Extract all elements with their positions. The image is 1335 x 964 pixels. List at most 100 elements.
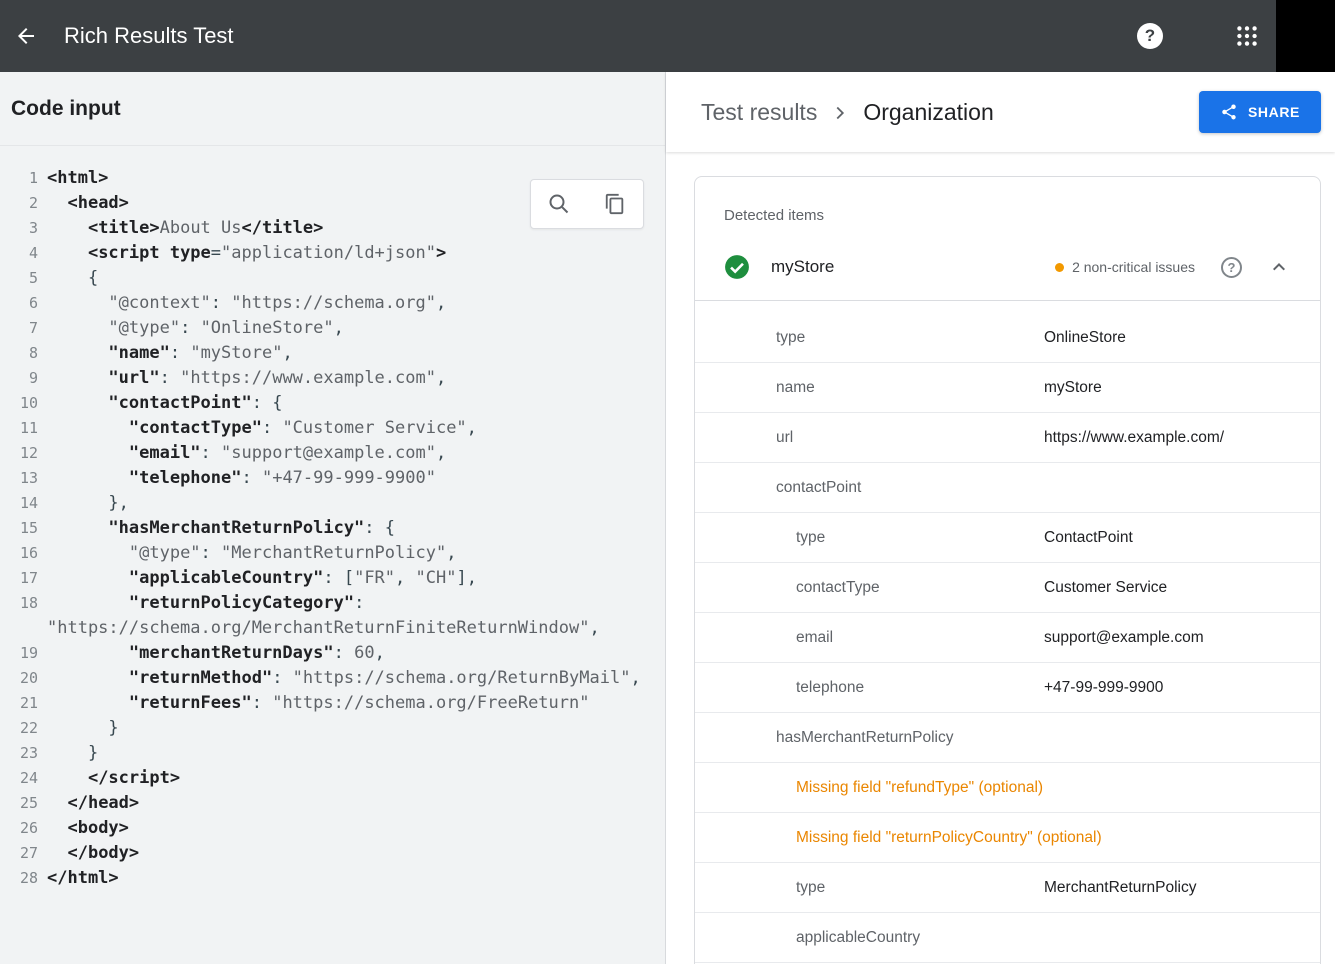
- line-content: </body>: [38, 841, 665, 866]
- line-number: 5: [0, 266, 38, 291]
- line-content: "contactType": "Customer Service",: [38, 416, 665, 441]
- property-row: urlhttps://www.example.com/: [695, 413, 1320, 463]
- code-line: 25 </head>: [0, 791, 665, 816]
- code-line: 15 "hasMerchantReturnPolicy": {: [0, 516, 665, 541]
- line-content: {: [38, 266, 665, 291]
- property-row: contactTypeCustomer Service: [695, 563, 1320, 613]
- code-line: 9 "url": "https://www.example.com",: [0, 366, 665, 391]
- line-number: 27: [0, 841, 38, 866]
- help-icon[interactable]: ?: [1137, 23, 1163, 49]
- detected-item-rows: typeOnlineStorenamemyStoreurlhttps://www…: [695, 301, 1320, 963]
- property-value: Customer Service: [1044, 579, 1167, 597]
- code-line: 16 "@type": "MerchantReturnPolicy",: [0, 541, 665, 566]
- line-number: 16: [0, 541, 38, 566]
- copy-icon[interactable]: [595, 184, 635, 224]
- line-number: 15: [0, 516, 38, 541]
- code-line: 13 "telephone": "+47-99-999-9900": [0, 466, 665, 491]
- code-editor[interactable]: 1<html>2 <head>3 <title>About Us</title>…: [0, 166, 665, 891]
- code-line: 14 },: [0, 491, 665, 516]
- property-value: MerchantReturnPolicy: [1044, 879, 1196, 897]
- code-line: 23 }: [0, 741, 665, 766]
- line-number: 14: [0, 491, 38, 516]
- rich-results-test-app: Rich Results Test ? Code input: [0, 0, 1335, 964]
- test-results-panel: Test results Organization SHARE Detected…: [666, 72, 1335, 964]
- check-circle-icon: [724, 254, 750, 280]
- search-icon[interactable]: [539, 184, 579, 224]
- share-button-label: SHARE: [1248, 104, 1300, 120]
- missing-field-warning: Missing field "refundType" (optional): [796, 779, 1043, 797]
- line-number: 20: [0, 666, 38, 691]
- breadcrumb-test-results[interactable]: Test results: [701, 99, 817, 126]
- line-content: "url": "https://www.example.com",: [38, 366, 665, 391]
- warning-dot-icon: [1055, 263, 1064, 272]
- detected-item-header[interactable]: myStore 2 non-critical issues ?: [695, 238, 1320, 301]
- detected-item-meta: 2 non-critical issues ?: [1055, 255, 1291, 279]
- line-number: 24: [0, 766, 38, 791]
- line-number: 28: [0, 866, 38, 891]
- code-line: 22 }: [0, 716, 665, 741]
- share-icon: [1220, 103, 1238, 121]
- warning-row: Missing field "returnPolicyCountry" (opt…: [695, 813, 1320, 863]
- share-button[interactable]: SHARE: [1199, 91, 1321, 133]
- group-key: hasMerchantReturnPolicy: [776, 729, 953, 747]
- code-line: 5 {: [0, 266, 665, 291]
- code-line: 20 "returnMethod": "https://schema.org/R…: [0, 666, 665, 691]
- code-line: 26 <body>: [0, 816, 665, 841]
- line-content: </script>: [38, 766, 665, 791]
- line-content: </head>: [38, 791, 665, 816]
- code-line: 19 "merchantReturnDays": 60,: [0, 641, 665, 666]
- property-row: typeMerchantReturnPolicy: [695, 863, 1320, 913]
- property-value: support@example.com: [1044, 629, 1204, 647]
- code-line: 4 <script type="application/ld+json">: [0, 241, 665, 266]
- line-content: <body>: [38, 816, 665, 841]
- collapse-chevron-icon[interactable]: [1267, 255, 1291, 279]
- line-number: 1: [0, 166, 38, 191]
- group-row: hasMerchantReturnPolicy: [695, 713, 1320, 763]
- code-line: 12 "email": "support@example.com",: [0, 441, 665, 466]
- line-number: 23: [0, 741, 38, 766]
- property-value: myStore: [1044, 379, 1102, 397]
- property-row: typeContactPoint: [695, 513, 1320, 563]
- code-line: 11 "contactType": "Customer Service",: [0, 416, 665, 441]
- property-value: OnlineStore: [1044, 329, 1126, 347]
- property-key: type: [796, 879, 1044, 897]
- line-content: }: [38, 716, 665, 741]
- code-area: 1<html>2 <head>3 <title>About Us</title>…: [0, 146, 665, 964]
- account-avatar[interactable]: [1276, 0, 1335, 72]
- line-content: "@context": "https://schema.org",: [38, 291, 665, 316]
- line-number: 13: [0, 466, 38, 491]
- detected-items-card: Detected items myStore 2 non-critical is…: [694, 176, 1321, 964]
- line-number: 6: [0, 291, 38, 316]
- issues-help-icon[interactable]: ?: [1221, 257, 1242, 278]
- line-content: "@type": "MerchantReturnPolicy",: [38, 541, 665, 566]
- line-content: "returnFees": "https://schema.org/FreeRe…: [38, 691, 665, 716]
- line-content: "merchantReturnDays": 60,: [38, 641, 665, 666]
- apps-grid-icon[interactable]: [1234, 23, 1260, 49]
- line-content: </html>: [38, 866, 665, 891]
- line-number: 25: [0, 791, 38, 816]
- line-content: },: [38, 491, 665, 516]
- line-content: }: [38, 741, 665, 766]
- line-number: 22: [0, 716, 38, 741]
- property-key: url: [776, 429, 1044, 447]
- line-content: "returnPolicyCategory": "https://schema.…: [38, 591, 665, 641]
- property-key: type: [776, 329, 1044, 347]
- line-number: 19: [0, 641, 38, 666]
- line-content: "name": "myStore",: [38, 341, 665, 366]
- line-number: 26: [0, 816, 38, 841]
- line-number: 7: [0, 316, 38, 341]
- line-number: 18: [0, 591, 38, 641]
- property-key: email: [796, 629, 1044, 647]
- property-row: namemyStore: [695, 363, 1320, 413]
- back-button[interactable]: [2, 12, 50, 60]
- line-number: 21: [0, 691, 38, 716]
- property-key: name: [776, 379, 1044, 397]
- detected-items-label: Detected items: [695, 177, 1320, 238]
- code-line: 18 "returnPolicyCategory": "https://sche…: [0, 591, 665, 641]
- apps-grid-dots: [1234, 23, 1260, 49]
- code-line: 8 "name": "myStore",: [0, 341, 665, 366]
- line-number: 12: [0, 441, 38, 466]
- missing-field-warning: Missing field "returnPolicyCountry" (opt…: [796, 829, 1102, 847]
- property-value: ContactPoint: [1044, 529, 1133, 547]
- line-number: 8: [0, 341, 38, 366]
